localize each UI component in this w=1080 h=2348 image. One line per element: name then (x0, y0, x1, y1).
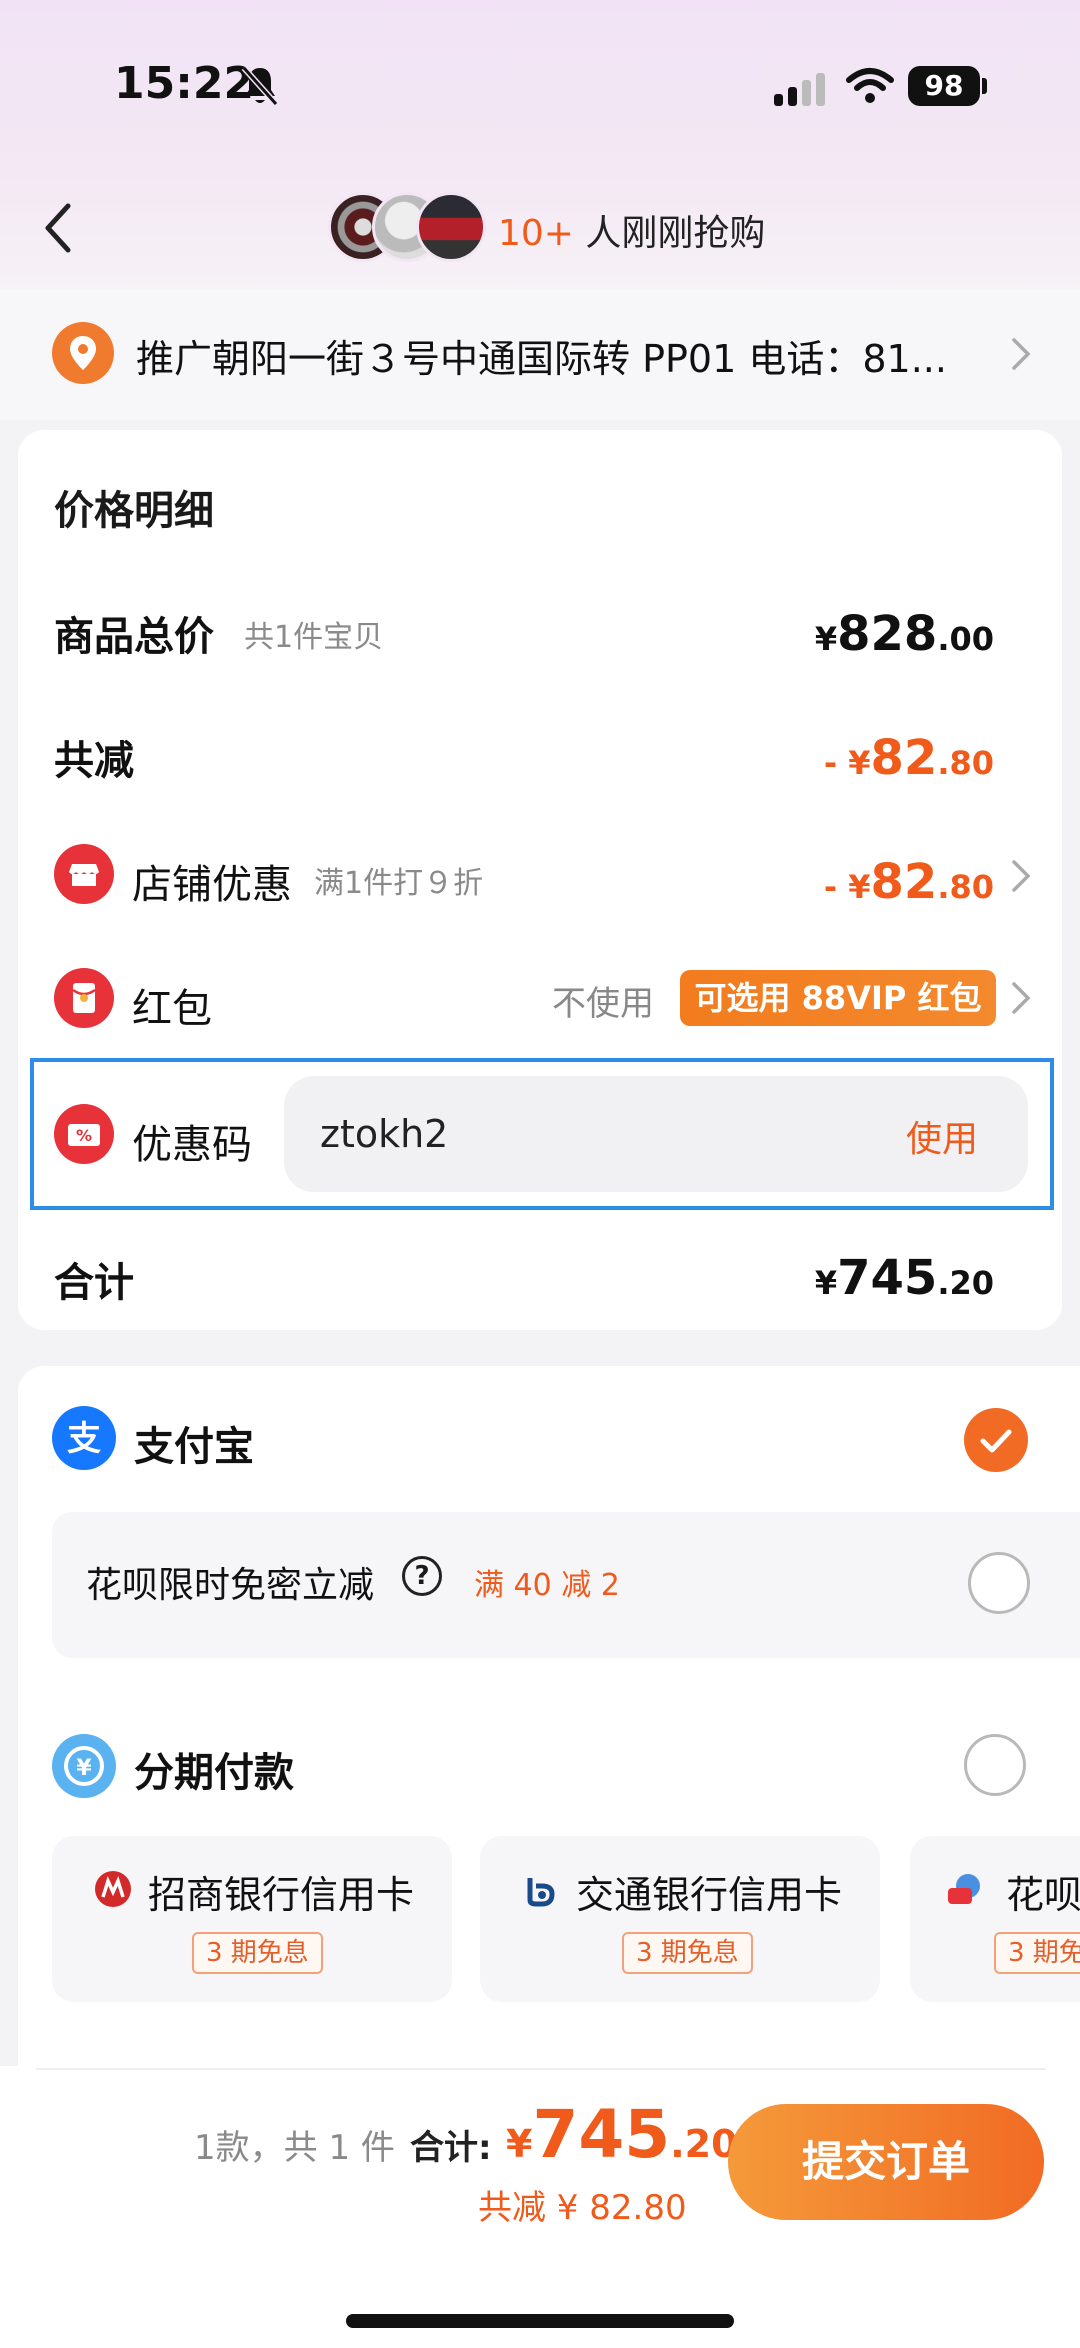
cmb-logo-icon (95, 1871, 131, 1907)
avatar (416, 192, 486, 262)
shop-discount-label: 店铺优惠 (132, 862, 292, 908)
bell-muted-icon (241, 66, 279, 106)
sum-label: 合计 (54, 1260, 134, 1306)
status-time: 15:22 (114, 58, 255, 109)
installment-radio[interactable] (964, 1734, 1026, 1796)
buyers-count: 10+ (498, 213, 574, 254)
bank-option-bocom[interactable]: 交通银行信用卡 3 期免息 (480, 1836, 880, 2002)
shipping-address[interactable]: 推广朝阳一街３号中通国际转 PP01 电话：81... (136, 328, 996, 383)
total-amount: ¥745.20 (506, 2096, 738, 2173)
goods-total-label: 商品总价 (54, 614, 214, 660)
sum-amount: ¥745.20 (814, 1250, 994, 1306)
huabei-installment-icon (948, 1874, 980, 1904)
location-pin-icon (52, 322, 114, 384)
svg-text:支: 支 (67, 1419, 101, 1459)
bank-name: 招商银行信用卡 (148, 1873, 415, 1917)
red-packet-icon (54, 968, 114, 1028)
total-reduction-label: 共减 (54, 738, 134, 784)
shop-discount-rule: 满1件打９折 (314, 866, 484, 901)
total-label: 合计: (410, 2128, 492, 2168)
wifi-icon (846, 68, 894, 103)
bank-name: 花呗 (1006, 1873, 1080, 1917)
coupon-apply-button[interactable]: 使用 (906, 1110, 978, 1162)
interest-free-tag: 3 期免息 (622, 1932, 753, 1974)
price-detail-title: 价格明细 (54, 488, 214, 534)
cellular-signal-icon (774, 73, 825, 106)
recent-buyers-text: 10+ 人刚刚抢购 (498, 204, 765, 256)
home-indicator[interactable] (346, 2314, 734, 2328)
shop-discount-amount[interactable]: - ¥82.80 (824, 854, 994, 910)
coupon-code-label: 优惠码 (132, 1122, 252, 1168)
shop-icon (54, 844, 114, 904)
bocom-logo-icon (527, 1878, 555, 1907)
installment-label[interactable]: 分期付款 (134, 1740, 294, 1798)
red-packet-label: 红包 (132, 986, 212, 1032)
buyers-label: 人刚刚抢购 (573, 213, 766, 254)
bank-name: 交通银行信用卡 (576, 1873, 843, 1917)
chevron-right-icon[interactable] (1010, 980, 1032, 1016)
back-arrow-icon[interactable] (38, 198, 78, 258)
svg-text:¥: ¥ (76, 1756, 92, 1781)
goods-total-amount: ¥828.00 (814, 606, 994, 662)
huabei-promo: 满 40 减 2 (474, 1568, 620, 1603)
bank-option-cmb[interactable]: 招商银行信用卡 3 期免息 (52, 1836, 452, 2002)
divider (36, 2068, 1046, 2070)
bank-option-huabei[interactable]: 花呗 3 期免息 (910, 1836, 1080, 2002)
vip-red-packet-badge[interactable]: 可选用 88VIP 红包 (680, 970, 996, 1026)
installment-icon: ¥ (52, 1734, 116, 1798)
battery-tip (982, 78, 987, 94)
item-count: 1款，共 1 件 (194, 2128, 395, 2168)
goods-count: 共1件宝贝 (244, 620, 384, 655)
alipay-selected-check[interactable] (964, 1408, 1028, 1472)
coupon-icon: % (54, 1104, 114, 1164)
help-icon[interactable]: ? (402, 1556, 442, 1596)
huabei-radio[interactable] (968, 1552, 1030, 1614)
huabei-label: 花呗限时免密立减 (86, 1565, 375, 1606)
interest-free-tag: 3 期免息 (994, 1932, 1080, 1974)
svg-text:%: % (76, 1126, 92, 1145)
recent-buyers-avatars (328, 192, 488, 262)
interest-free-tag: 3 期免息 (192, 1932, 323, 1974)
chevron-right-icon[interactable] (1010, 858, 1032, 894)
alipay-icon: 支 (52, 1406, 116, 1470)
total-reduction-amount: - ¥82.80 (823, 730, 994, 786)
red-packet-status[interactable]: 不使用 (552, 976, 654, 1025)
submit-order-button[interactable]: 提交订单 (728, 2104, 1044, 2220)
alipay-label[interactable]: 支付宝 (134, 1414, 254, 1472)
coupon-code-value[interactable]: ztokh2 (320, 1112, 448, 1156)
battery-indicator: 98 (908, 66, 980, 106)
total-discount: 共减 ¥ 82.80 (478, 2188, 687, 2228)
chevron-right-icon (1012, 338, 1031, 370)
